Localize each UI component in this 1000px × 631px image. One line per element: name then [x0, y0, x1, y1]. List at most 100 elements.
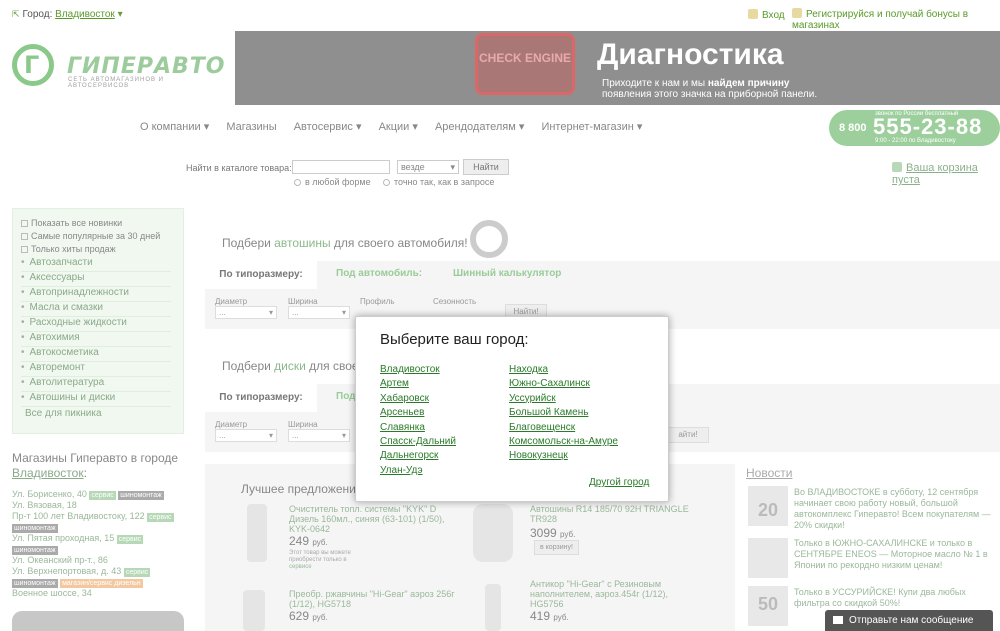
width-select[interactable]: ... ▾ — [288, 429, 350, 442]
check-popular[interactable]: Самые популярные за 30 дней — [21, 231, 160, 243]
nav-item-landlords[interactable]: Арендодателям ▾ — [435, 121, 524, 133]
tab-by-car[interactable]: Под — [336, 391, 356, 402]
shop-item[interactable]: Ул. Верхнепортовая, д. 43 сервис шиномон… — [12, 566, 187, 588]
check-new[interactable]: Показать все новинки — [21, 218, 160, 230]
sidebar-item[interactable]: • Автопринадлежности — [21, 287, 171, 302]
product-name[interactable]: Очиститель топл. системы "KYK" D Дизель … — [289, 504, 449, 534]
sidebar-item[interactable]: • Аксессуары — [21, 272, 171, 287]
news-link[interactable]: Новости — [746, 466, 792, 480]
city-option[interactable]: Улан-Удэ — [380, 464, 456, 478]
product-note: Этот товар вы можете приобрести только в… — [289, 550, 351, 570]
nav-item-about[interactable]: О компании ▾ — [140, 121, 209, 133]
search-option-exact[interactable]: точно так, как в запросе — [383, 177, 494, 187]
other-city-link[interactable]: Другой город — [589, 477, 649, 488]
shop-item[interactable]: Пр-т 100 лет Владивостоку, 122 сервис ши… — [12, 511, 187, 533]
sidebar-all-link[interactable]: Все для пикника — [25, 408, 102, 419]
news-image[interactable]: 20 — [748, 486, 788, 526]
city-option[interactable]: Большой Камень — [509, 406, 618, 420]
product-image[interactable] — [485, 584, 501, 631]
gift-icon — [792, 8, 802, 18]
catalog-sidebar: Показать все новинки Самые популярные за… — [12, 208, 184, 434]
shops-title: Магазины Гиперавто в городе Владивосток: — [12, 451, 179, 480]
sidebar-item[interactable]: • Автолитература — [21, 377, 171, 392]
search-option-any[interactable]: в любой форме — [294, 177, 371, 187]
city-option[interactable]: Находка — [509, 363, 618, 377]
city-option[interactable]: Хабаровск — [380, 392, 456, 406]
news-image[interactable] — [748, 538, 788, 578]
envelope-icon — [833, 616, 843, 624]
shop-item[interactable]: Ул. Океанский пр-т., 86 — [12, 555, 187, 566]
shops-city-link[interactable]: Владивосток — [12, 466, 84, 480]
news-item[interactable]: Только в ЮЖНО-САХАЛИНСКЕ и только в СЕНТ… — [794, 538, 994, 571]
product-image[interactable] — [247, 504, 267, 562]
check-hits[interactable]: Только хиты продаж — [21, 244, 160, 256]
sidebar-item[interactable]: • Автозапчасти — [21, 257, 171, 272]
shop-item[interactable]: Военное шоссе, 34 — [12, 588, 187, 599]
news-badge: 20 — [758, 500, 779, 520]
chevron-down-icon: ▾ — [450, 162, 455, 172]
shops-list: Ул. Борисенко, 40 сервис шиномонтаж Ул. … — [12, 489, 187, 599]
shop-item[interactable]: Ул. Пятая проходная, 15 сервис шиномонта… — [12, 533, 187, 555]
product-name[interactable]: Преобр. ржавчины "Hi-Gear" аэроз 256г (1… — [289, 589, 459, 609]
news-item[interactable]: Только в УССУРИЙСКЕ! Купи два любых филь… — [794, 587, 994, 609]
sidebar-item[interactable]: • Масла и смазки — [21, 302, 171, 317]
tire-product-image[interactable] — [473, 504, 513, 562]
city-option[interactable]: Комсомольск-на-Амуре — [509, 435, 618, 449]
width-select[interactable]: ... ▾ — [288, 306, 350, 319]
diameter-select[interactable]: ... ▾ — [215, 429, 277, 442]
add-to-cart-button[interactable]: в корзину! — [534, 540, 579, 555]
shop-item[interactable]: Ул. Вязовая, 18 — [12, 500, 187, 511]
sidebar-item[interactable]: • Автохимия — [21, 332, 171, 347]
city-option[interactable]: Уссурийск — [509, 392, 618, 406]
city-selector[interactable]: ⇱ Город: Владивосток ▾ — [12, 9, 123, 20]
city-option[interactable]: Южно-Сахалинск — [509, 377, 618, 391]
chat-button[interactable]: Отправьте нам сообщение — [825, 610, 993, 631]
diameter-select[interactable]: ... ▾ — [215, 306, 277, 319]
nav-item-shops[interactable]: Магазины — [226, 121, 276, 133]
sidebar-item[interactable]: • Автошины и диски — [21, 392, 171, 407]
product-price: 419 руб. — [530, 609, 569, 623]
nav-item-promos[interactable]: Акции ▾ — [379, 121, 418, 133]
news-image[interactable]: 50 — [748, 586, 788, 626]
sidebar-item[interactable]: • Автокосметика — [21, 347, 171, 362]
sidebar-item[interactable]: • Авторемонт — [21, 362, 171, 377]
city-option[interactable]: Славянка — [380, 421, 456, 435]
city-option[interactable]: Дальнегорск — [380, 449, 456, 463]
city-option[interactable]: Владивосток — [380, 363, 456, 377]
nav-item-autoservice[interactable]: Автосервис ▾ — [294, 121, 362, 133]
city-option[interactable]: Новокузнецк — [509, 449, 618, 463]
product-image[interactable] — [243, 590, 265, 631]
city-column-2: Находка Южно-Сахалинск Уссурийск Большой… — [509, 363, 618, 464]
tab-tire-calc[interactable]: Шинный калькулятор — [453, 268, 561, 279]
shop-item[interactable]: Ул. Борисенко, 40 сервис шиномонтаж — [12, 489, 187, 500]
product-name[interactable]: Автошины R14 185/70 92H TRIANGLE TR928 — [530, 504, 690, 524]
city-option[interactable]: Артем — [380, 377, 456, 391]
checkbox-icon — [21, 246, 28, 253]
disks-link[interactable]: диски — [274, 359, 306, 373]
sidebar-filters: Показать все новинки Самые популярные за… — [21, 217, 160, 256]
news-item[interactable]: Во ВЛАДИВОСТОКЕ в субботу, 12 сентября н… — [794, 487, 994, 531]
sidebar-item[interactable]: • Расходные жидкости — [21, 317, 171, 332]
tab-by-car[interactable]: Под автомобиль: — [336, 268, 422, 279]
cart-link[interactable]: Ваша корзина пуста — [892, 162, 1000, 186]
search-input[interactable] — [292, 160, 390, 174]
city-option[interactable]: Благовещенск — [509, 421, 618, 435]
register-text[interactable]: Регистрируйся и получай бонусы в магазин… — [792, 9, 968, 31]
tab-size[interactable]: По типоразмеру: — [205, 384, 317, 412]
search-button[interactable]: Найти — [463, 159, 509, 175]
login-text[interactable]: Вход — [762, 10, 785, 21]
filter-label: Ширина — [288, 297, 318, 306]
cart-text[interactable]: Ваша корзина пуста — [892, 162, 978, 186]
city-option[interactable]: Спасск-Дальний — [380, 435, 456, 449]
register-link[interactable]: Регистрируйся и получай бонусы в магазин… — [792, 8, 1000, 31]
nav-item-eshop[interactable]: Интернет-магазин ▾ — [541, 121, 642, 133]
search-scope-select[interactable]: везде ▾ — [397, 160, 459, 174]
tires-link[interactable]: автошины — [274, 236, 330, 250]
city-option[interactable]: Арсеньев — [380, 406, 456, 420]
disks-find-button[interactable]: айти! — [667, 427, 709, 443]
logo[interactable]: Г ГИПЕРАВТО СЕТЬ АВТОМАГАЗИНОВ И АВТОСЕР… — [12, 42, 225, 94]
product-name[interactable]: Антикор "Hi-Gear" с Резиновым наполнител… — [530, 579, 670, 609]
city-link[interactable]: Владивосток — [55, 9, 115, 20]
login-link[interactable]: Вход — [748, 9, 785, 21]
tab-size[interactable]: По типоразмеру: — [205, 261, 317, 289]
